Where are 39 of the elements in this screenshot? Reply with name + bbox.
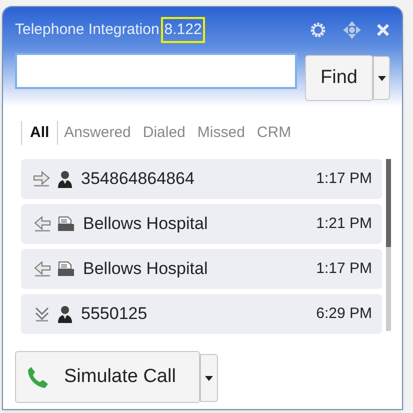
filter-tab[interactable]: Answered [58,121,137,145]
filter-tab[interactable]: Dialed [136,121,192,145]
call-time: 1:17 PM [316,258,372,279]
move-icon[interactable] [342,20,362,40]
settings-icon[interactable] [308,20,328,40]
caller-name: Bellows Hospital [83,213,208,236]
caret-icon [378,76,386,80]
caller-name: 5550125 [81,303,148,326]
dropdown-button[interactable] [200,354,218,402]
version-label: 8.122 [163,18,203,42]
left-arrow-icon [33,261,51,277]
dropdown-button[interactable] [373,56,390,100]
call-time: 1:21 PM [316,214,372,234]
person-icon [57,170,73,188]
call-time: 6:29 PM [316,304,372,324]
close-icon[interactable] [376,23,390,37]
right-arrow-icon [33,171,51,187]
folder-icon [57,216,75,232]
down-chevron-icon [33,306,51,322]
call-row[interactable]: 354864864864 1:17 PM [21,159,382,199]
phone-icon [26,365,50,389]
filter-tab[interactable]: All [21,121,58,145]
window-title: Telephone Integration [15,20,160,40]
folder-icon [57,261,75,277]
left-arrow-icon [33,216,51,232]
simulate-call-button[interactable]: Simulate Call [15,351,200,403]
call-row[interactable]: Bellows Hospital 1:17 PM [21,249,382,289]
caller-name: Bellows Hospital [83,258,208,280]
call-row[interactable]: Bellows Hospital 1:21 PM [21,204,382,244]
caret-icon [205,376,213,380]
call-time: 1:17 PM [316,168,372,189]
find-button[interactable]: Find [305,55,373,101]
person-icon [57,305,73,323]
filter-tab[interactable]: Missed [191,121,251,145]
call-row[interactable]: 5550125 6:29 PM [21,294,382,334]
search-field[interactable] [15,53,297,89]
scrollbar[interactable] [386,159,391,331]
caller-name: 354864864864 [81,168,194,190]
filter-tab[interactable]: CRM [250,121,298,145]
